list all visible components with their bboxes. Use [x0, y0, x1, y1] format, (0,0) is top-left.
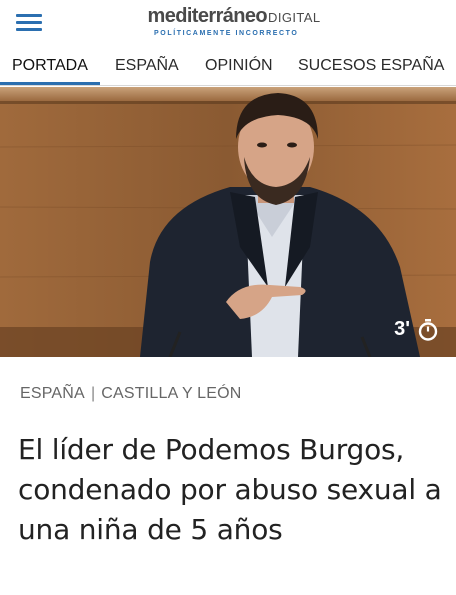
- article-hero-image[interactable]: 3': [0, 87, 456, 357]
- breadcrumb-separator: |: [90, 385, 96, 402]
- active-tab-indicator: [0, 82, 100, 85]
- site-logo[interactable]: mediterráneoDIGITAL POLÍTICAMENTE INCORR…: [134, 5, 334, 41]
- breadcrumb-subsection-castilla-y-leon[interactable]: CASTILLA Y LEÓN: [101, 385, 241, 402]
- tab-portada[interactable]: PORTADA: [12, 57, 88, 75]
- article-breadcrumb: ESPAÑA | CASTILLA Y LEÓN: [20, 385, 242, 403]
- hamburger-menu-icon[interactable]: [16, 12, 44, 34]
- read-time: 3': [394, 318, 438, 341]
- clock-icon: [418, 318, 438, 341]
- tab-opinion[interactable]: OPINIÓN: [205, 57, 273, 75]
- hero-photo: [0, 87, 456, 357]
- tab-espana[interactable]: ESPAÑA: [115, 57, 179, 75]
- app-header: mediterráneoDIGITAL POLÍTICAMENTE INCORR…: [0, 0, 456, 46]
- logo-tagline: POLÍTICAMENTE INCORRECTO: [154, 30, 299, 37]
- read-time-value: 3': [394, 318, 410, 340]
- tab-sucesos-espana[interactable]: SUCESOS ESPAÑA: [298, 57, 444, 75]
- section-nav: PORTADA ESPAÑA OPINIÓN SUCESOS ESPAÑA: [0, 50, 456, 86]
- logo-wordmark: mediterráneoDIGITAL: [147, 5, 321, 27]
- breadcrumb-section-espana[interactable]: ESPAÑA: [20, 385, 85, 402]
- article-headline[interactable]: El líder de Podemos Burgos, condenado po…: [18, 430, 448, 550]
